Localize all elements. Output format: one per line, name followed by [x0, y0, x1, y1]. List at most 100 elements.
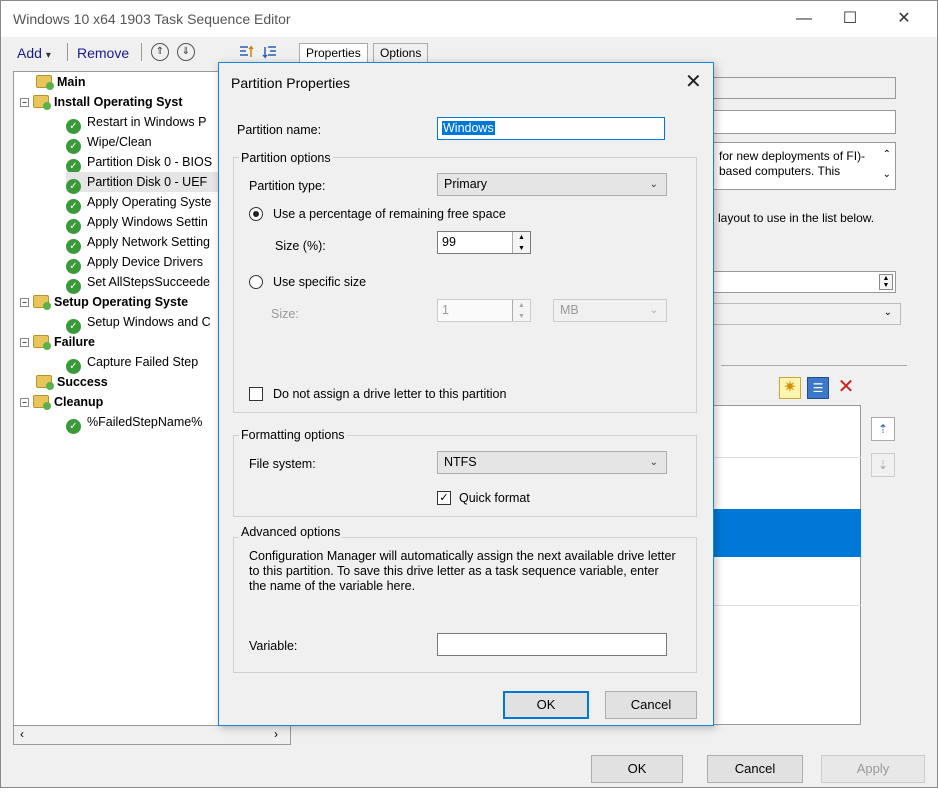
tree-item[interactable]: ✓ Apply Windows Settin — [66, 212, 208, 234]
editor-apply-button[interactable]: Apply — [821, 755, 925, 783]
dialog-close-icon[interactable]: ✕ — [685, 69, 702, 94]
tree-item-label: Main — [57, 75, 86, 89]
indent-down-icon[interactable] — [261, 43, 279, 61]
tree-horizontal-scrollbar[interactable]: ‹ › — [13, 725, 291, 745]
percentage-radio[interactable] — [249, 207, 263, 221]
chevron-down-icon: ⌄ — [649, 305, 658, 316]
tree-item[interactable]: ✓ Apply Network Setting — [66, 232, 210, 254]
tree-group-setup-os[interactable]: − Setup Operating Syste — [20, 292, 188, 312]
name-field[interactable] — [701, 110, 896, 134]
tree-group-cleanup[interactable]: − Cleanup — [20, 392, 103, 412]
size-unit-dropdown[interactable]: MB ⌄ — [553, 299, 667, 322]
maximize-button[interactable]: ☐ — [827, 1, 873, 37]
size-spinner[interactable]: 1 ▲ ▼ — [437, 299, 531, 322]
description-text: for new deployments of FI)-based compute… — [719, 149, 866, 178]
title-bar: Windows 10 x64 1903 Task Sequence Editor… — [1, 1, 937, 37]
tab-options[interactable]: Options — [373, 43, 429, 63]
advanced-description: Configuration Manager will automatically… — [249, 549, 676, 593]
disk-number-field[interactable]: ▲ ▼ — [701, 271, 896, 293]
delete-partition-icon[interactable]: ✕ — [835, 377, 857, 399]
specific-size-radio-label[interactable]: Use specific size — [273, 275, 366, 289]
size-value: 1 — [442, 303, 449, 317]
move-partition-down-icon[interactable]: ⇣ — [871, 453, 895, 477]
tree-item-label: Capture Failed Step — [87, 355, 199, 369]
specific-size-radio[interactable] — [249, 275, 263, 289]
partition-properties-dialog: Partition Properties ✕ Partition name: W… — [218, 62, 714, 726]
tree-item-label: Setup Windows and C — [87, 315, 211, 329]
folder-icon — [33, 335, 51, 350]
tree-item-label: Failure — [54, 335, 95, 349]
tree-group-main[interactable]: Main — [36, 72, 85, 92]
toolbar-separator — [67, 43, 68, 61]
scroll-right-icon[interactable]: › — [274, 727, 278, 741]
folder-icon — [33, 95, 51, 110]
editor-ok-button[interactable]: OK — [591, 755, 683, 783]
description-field[interactable]: for new deployments of FI)-based compute… — [701, 142, 896, 190]
tree-item-label: Apply Windows Settin — [87, 215, 208, 229]
tree-item[interactable]: ✓ Partition Disk 0 - BIOS — [66, 152, 212, 174]
tree-item[interactable]: ✓ Setup Windows and C — [66, 312, 211, 334]
partition-list-selected-row[interactable] — [701, 509, 861, 557]
percentage-radio-label[interactable]: Use a percentage of remaining free space — [273, 207, 506, 221]
dialog-title: Partition Properties — [231, 75, 351, 91]
collapse-icon[interactable]: − — [20, 338, 29, 347]
remove-button[interactable]: Remove — [77, 45, 129, 61]
tree-group-failure[interactable]: − Failure — [20, 332, 95, 352]
spinner-arrows-icon[interactable]: ▲ ▼ — [512, 300, 530, 321]
scroll-left-icon[interactable]: ‹ — [20, 727, 24, 741]
tree-group-success[interactable]: Success — [36, 372, 108, 392]
dropdown-arrow-icon: ▾ — [45, 50, 51, 61]
partition-type-dropdown[interactable]: Primary ⌄ — [437, 173, 667, 196]
scroll-down-icon[interactable]: ⌄ — [883, 167, 891, 182]
formatting-options-title: Formatting options — [239, 428, 347, 442]
tree-item-label: Restart in Windows P — [87, 115, 207, 129]
tree-item-label: Apply Operating Syste — [87, 195, 212, 209]
divider — [721, 365, 907, 366]
tree-item[interactable]: ✓ Capture Failed Step — [66, 352, 199, 374]
tree-item[interactable]: ✓ Set AllStepsSucceede — [66, 272, 210, 294]
tree-item[interactable]: ✓ %FailedStepName% — [66, 412, 203, 434]
spin-icon[interactable]: ▲ ▼ — [879, 274, 893, 290]
no-drive-letter-checkbox[interactable] — [249, 387, 263, 401]
variable-input[interactable] — [437, 633, 667, 656]
collapse-icon[interactable]: − — [20, 98, 29, 107]
collapse-icon[interactable]: − — [20, 298, 29, 307]
file-system-dropdown[interactable]: NTFS ⌄ — [437, 451, 667, 474]
file-system-value: NTFS — [444, 455, 477, 469]
minimize-button[interactable]: — — [781, 1, 827, 37]
variable-label: Variable: — [249, 639, 298, 653]
folder-icon — [36, 75, 54, 90]
tree-item-label: %FailedStepName% — [87, 415, 203, 429]
partition-properties-icon[interactable]: ☰ — [807, 377, 829, 399]
add-menu-button[interactable]: Add ▾ — [17, 45, 51, 61]
quick-format-label[interactable]: Quick format — [459, 491, 530, 505]
partition-name-input[interactable]: Windows — [437, 117, 665, 140]
partition-type-label: Partition type: — [249, 179, 326, 193]
collapse-icon[interactable]: − — [20, 398, 29, 407]
tree-item[interactable]: ✓ Restart in Windows P — [66, 112, 207, 134]
indent-up-icon[interactable] — [237, 43, 255, 61]
advanced-options-title: Advanced options — [239, 525, 343, 539]
tree-item-label: Apply Device Drivers — [87, 255, 204, 269]
move-up-icon[interactable]: ⇑ — [151, 43, 169, 61]
spinner-arrows-icon[interactable]: ▲ ▼ — [512, 232, 530, 253]
dialog-ok-button[interactable]: OK — [503, 691, 589, 719]
tree-item-label: Cleanup — [54, 395, 104, 409]
tree-item[interactable]: ✓ Apply Operating Syste — [66, 192, 212, 214]
size-percent-spinner[interactable]: 99 ▲ ▼ — [437, 231, 531, 254]
move-partition-up-icon[interactable]: ⇡ — [871, 417, 895, 441]
scroll-up-icon[interactable]: ⌃ — [883, 147, 891, 162]
add-label: Add — [17, 45, 42, 61]
partition-list[interactable] — [701, 405, 861, 725]
tree-group-install-os[interactable]: − Install Operating Syst — [20, 92, 183, 112]
tree-item[interactable]: ✓ Apply Device Drivers — [66, 252, 204, 274]
quick-format-checkbox[interactable]: ✓ — [437, 491, 451, 505]
no-drive-letter-label[interactable]: Do not assign a drive letter to this par… — [273, 387, 506, 401]
disk-type-dropdown[interactable]: ⌄ — [701, 303, 901, 325]
dialog-cancel-button[interactable]: Cancel — [605, 691, 697, 719]
move-down-icon[interactable]: ⇓ — [177, 43, 195, 61]
tree-item[interactable]: ✓ Wipe/Clean — [66, 132, 152, 154]
new-partition-icon[interactable]: ✷ — [779, 377, 801, 399]
editor-cancel-button[interactable]: Cancel — [707, 755, 803, 783]
close-window-button[interactable]: ✕ — [881, 1, 927, 37]
